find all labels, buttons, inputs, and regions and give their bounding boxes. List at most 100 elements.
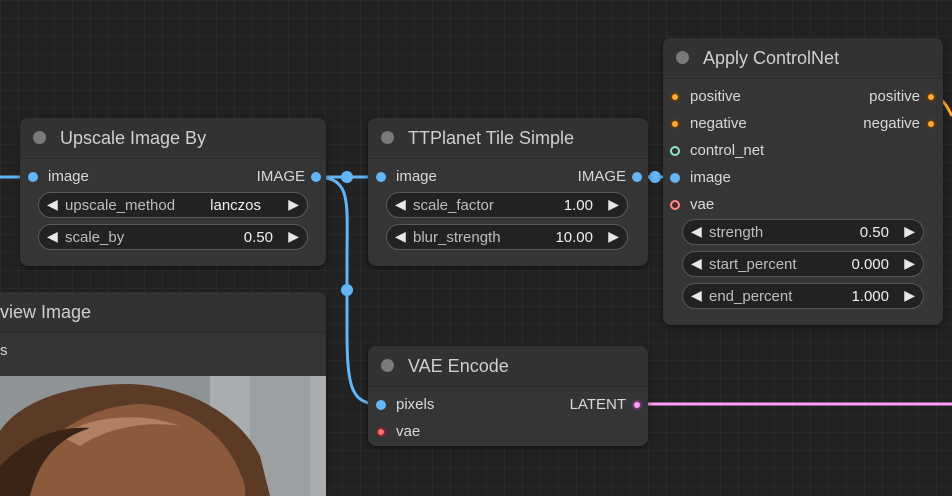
widget-value: 10.00 [555,229,593,246]
widget-value: 0.000 [851,256,889,273]
widget-name: strength [709,224,764,241]
image-input-dot-icon[interactable] [670,173,680,183]
image-output-dot-icon[interactable] [632,172,642,182]
image-input-dot-icon[interactable] [28,172,38,182]
output-slot-positive[interactable]: positive [816,87,936,107]
slot-label: negative [690,115,747,132]
decrement-arrow-icon[interactable]: ◀ [395,228,406,245]
slot-label: IMAGE [256,168,305,185]
collapse-dot-icon[interactable] [381,131,394,144]
node-title: Apply ControlNet [703,48,840,68]
conditioning-input-dot-icon[interactable] [670,119,680,129]
widget-name: start_percent [709,256,797,273]
scale-factor-widget[interactable]: ◀ scale_factor 1.00 ▶ [386,192,628,218]
preview-image-node[interactable]: view Image s [0,292,326,496]
node-title-bar[interactable]: Upscale Image By [20,118,326,159]
widget-name: scale_factor [413,197,494,214]
decrement-arrow-icon[interactable]: ◀ [395,196,406,213]
widget-value: 0.50 [859,224,889,241]
slot-label: pixels [396,396,435,413]
strength-widget[interactable]: ◀ strength 0.50 ▶ [682,219,924,245]
scale-by-widget[interactable]: ◀ scale_by 0.50 ▶ [38,224,308,250]
slot-label: control_net [690,142,765,159]
decrement-arrow-icon[interactable]: ◀ [691,287,702,304]
collapse-dot-icon[interactable] [381,359,394,372]
input-slot-pixels[interactable]: pixels [376,395,496,415]
ttplanet-tile-simple-node[interactable]: TTPlanet Tile Simple image IMAGE ◀ scale… [368,118,648,266]
vae-encode-node[interactable]: VAE Encode pixels vae LATENT [368,346,648,446]
input-slot-image[interactable]: image [28,167,148,187]
conditioning-output-dot-icon[interactable] [926,92,936,102]
widget-name: end_percent [709,288,793,305]
node-title-bar[interactable]: Apply ControlNet [663,38,943,79]
upscale-method-widget[interactable]: ◀ upscale_method lanczos ▶ [38,192,308,218]
link-midpoint-3 [649,171,661,183]
link-midpoint-1 [341,171,353,183]
blur-strength-widget[interactable]: ◀ blur_strength 10.00 ▶ [386,224,628,250]
decrement-arrow-icon[interactable]: ◀ [691,223,702,240]
slot-label: positive [690,88,741,105]
decrement-arrow-icon[interactable]: ◀ [691,255,702,272]
apply-controlnet-node[interactable]: Apply ControlNet positive positive negat… [663,38,943,325]
output-slot-negative[interactable]: negative [816,114,936,134]
input-slot-vae[interactable]: vae [376,422,496,442]
controlnet-input-dot-icon[interactable] [670,146,680,156]
input-slot-vae[interactable]: vae [670,195,790,215]
widget-name: scale_by [65,229,125,246]
widget-value: 1.00 [563,197,593,214]
end-percent-widget[interactable]: ◀ end_percent 1.000 ▶ [682,283,924,309]
vae-input-dot-icon[interactable] [670,200,680,210]
image-input-dot-icon[interactable] [376,172,386,182]
start-percent-widget[interactable]: ◀ start_percent 0.000 ▶ [682,251,924,277]
increment-arrow-icon[interactable]: ▶ [288,228,299,245]
preview-image [0,376,326,496]
slot-label: LATENT [569,396,626,413]
input-slot-image[interactable]: image [376,167,496,187]
preview-subtitle: s [0,342,8,359]
slot-label: negative [863,115,920,132]
widget-value: 1.000 [851,288,889,305]
node-title-bar[interactable]: TTPlanet Tile Simple [368,118,648,159]
output-slot-latent[interactable]: LATENT [522,395,642,415]
node-title: Upscale Image By [60,128,207,148]
widget-name: upscale_method [65,197,176,214]
output-slot-image[interactable]: IMAGE [201,167,321,187]
slot-label: image [690,169,731,186]
slot-label: image [48,168,89,185]
link-midpoint-2 [341,284,353,296]
node-title: view Image [0,302,92,322]
image-input-dot-icon[interactable] [376,400,386,410]
decrement-arrow-icon[interactable]: ◀ [47,228,58,245]
increment-arrow-icon[interactable]: ▶ [904,287,915,304]
increment-arrow-icon[interactable]: ▶ [904,223,915,240]
decrement-arrow-icon[interactable]: ◀ [47,196,58,213]
input-slot-positive[interactable]: positive [670,87,790,107]
input-slot-control-net[interactable]: control_net [670,141,810,161]
collapse-dot-icon[interactable] [676,51,689,64]
slot-label: IMAGE [577,168,626,185]
upscale-image-by-node[interactable]: Upscale Image By image IMAGE ◀ upscale_m… [20,118,326,266]
conditioning-input-dot-icon[interactable] [670,92,680,102]
node-title: VAE Encode [408,356,509,376]
input-slot-image[interactable]: image [670,168,790,188]
slot-label: positive [869,88,920,105]
input-slot-negative[interactable]: negative [670,114,790,134]
increment-arrow-icon[interactable]: ▶ [608,196,619,213]
conditioning-output-dot-icon[interactable] [926,119,936,129]
image-output-dot-icon[interactable] [311,172,321,182]
vae-input-dot-icon[interactable] [376,427,386,437]
node-title: TTPlanet Tile Simple [408,128,575,148]
slot-label: vae [396,423,421,440]
slot-label: vae [690,196,715,213]
collapse-dot-icon[interactable] [33,131,46,144]
node-title-bar[interactable]: VAE Encode [368,346,648,387]
output-slot-image[interactable]: IMAGE [522,167,642,187]
increment-arrow-icon[interactable]: ▶ [904,255,915,272]
widget-value: lanczos [210,197,261,214]
latent-output-dot-icon[interactable] [632,400,642,410]
increment-arrow-icon[interactable]: ▶ [608,228,619,245]
widget-value: 0.50 [243,229,273,246]
slot-label: image [396,168,437,185]
node-title-bar[interactable]: view Image [0,292,326,333]
increment-arrow-icon[interactable]: ▶ [288,196,299,213]
